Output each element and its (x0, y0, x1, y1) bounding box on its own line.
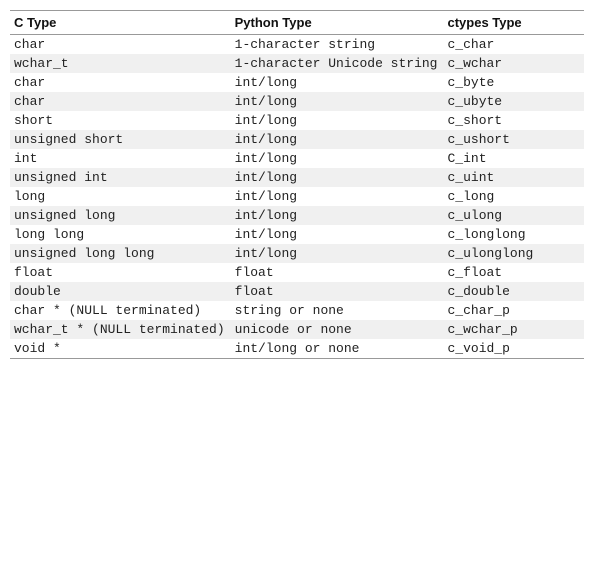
table-row: unsigned intint/longc_uint (10, 168, 584, 187)
cell-r13-c0: double (10, 282, 231, 301)
cell-r4-c0: short (10, 111, 231, 130)
cell-r16-c0: void * (10, 339, 231, 359)
table-row: wchar_t1-character Unicode stringc_wchar (10, 54, 584, 73)
cell-r7-c0: unsigned int (10, 168, 231, 187)
table-row: charint/longc_ubyte (10, 92, 584, 111)
table-row: longint/longc_long (10, 187, 584, 206)
cell-r11-c1: int/long (231, 244, 444, 263)
cell-r11-c2: c_ulonglong (443, 244, 584, 263)
cell-r10-c0: long long (10, 225, 231, 244)
cell-r7-c2: c_uint (443, 168, 584, 187)
cell-r3-c2: c_ubyte (443, 92, 584, 111)
table-row: intint/longC_int (10, 149, 584, 168)
cell-r1-c2: c_wchar (443, 54, 584, 73)
cell-r7-c1: int/long (231, 168, 444, 187)
cell-r16-c1: int/long or none (231, 339, 444, 359)
cell-r14-c1: string or none (231, 301, 444, 320)
cell-r0-c2: c_char (443, 35, 584, 55)
cell-r2-c2: c_byte (443, 73, 584, 92)
cell-r6-c2: C_int (443, 149, 584, 168)
cell-r10-c2: c_longlong (443, 225, 584, 244)
cell-r12-c2: c_float (443, 263, 584, 282)
cell-r12-c1: float (231, 263, 444, 282)
cell-r4-c1: int/long (231, 111, 444, 130)
table-row: char1-character stringc_char (10, 35, 584, 55)
cell-r0-c1: 1-character string (231, 35, 444, 55)
cell-r11-c0: unsigned long long (10, 244, 231, 263)
cell-r13-c1: float (231, 282, 444, 301)
cell-r4-c2: c_short (443, 111, 584, 130)
cell-r5-c0: unsigned short (10, 130, 231, 149)
cell-r5-c2: c_ushort (443, 130, 584, 149)
cell-r14-c0: char * (NULL terminated) (10, 301, 231, 320)
cell-r2-c1: int/long (231, 73, 444, 92)
cell-r9-c1: int/long (231, 206, 444, 225)
cell-r10-c1: int/long (231, 225, 444, 244)
cell-r2-c0: char (10, 73, 231, 92)
cell-r15-c0: wchar_t * (NULL terminated) (10, 320, 231, 339)
table-row: floatfloatc_float (10, 263, 584, 282)
cell-r8-c1: int/long (231, 187, 444, 206)
cell-r15-c1: unicode or none (231, 320, 444, 339)
type-mapping-table: C Type Python Type ctypes Type char1-cha… (10, 10, 584, 359)
cell-r15-c2: c_wchar_p (443, 320, 584, 339)
cell-r1-c0: wchar_t (10, 54, 231, 73)
cell-r6-c1: int/long (231, 149, 444, 168)
table-row: long longint/longc_longlong (10, 225, 584, 244)
cell-r5-c1: int/long (231, 130, 444, 149)
table-row: unsigned long longint/longc_ulonglong (10, 244, 584, 263)
header-ctype: C Type (10, 11, 231, 35)
cell-r1-c1: 1-character Unicode string (231, 54, 444, 73)
cell-r12-c0: float (10, 263, 231, 282)
table-row: unsigned shortint/longc_ushort (10, 130, 584, 149)
table-row: doublefloatc_double (10, 282, 584, 301)
cell-r8-c2: c_long (443, 187, 584, 206)
table-row: charint/longc_byte (10, 73, 584, 92)
cell-r9-c2: c_ulong (443, 206, 584, 225)
table-row: void *int/long or nonec_void_p (10, 339, 584, 359)
table-row: char * (NULL terminated)string or nonec_… (10, 301, 584, 320)
cell-r13-c2: c_double (443, 282, 584, 301)
cell-r0-c0: char (10, 35, 231, 55)
cell-r3-c0: char (10, 92, 231, 111)
table-row: unsigned longint/longc_ulong (10, 206, 584, 225)
cell-r6-c0: int (10, 149, 231, 168)
cell-r9-c0: unsigned long (10, 206, 231, 225)
cell-r16-c2: c_void_p (443, 339, 584, 359)
header-python: Python Type (231, 11, 444, 35)
cell-r14-c2: c_char_p (443, 301, 584, 320)
table-header-row: C Type Python Type ctypes Type (10, 11, 584, 35)
table-row: shortint/longc_short (10, 111, 584, 130)
cell-r3-c1: int/long (231, 92, 444, 111)
table-row: wchar_t * (NULL terminated)unicode or no… (10, 320, 584, 339)
cell-r8-c0: long (10, 187, 231, 206)
header-ctypes: ctypes Type (443, 11, 584, 35)
